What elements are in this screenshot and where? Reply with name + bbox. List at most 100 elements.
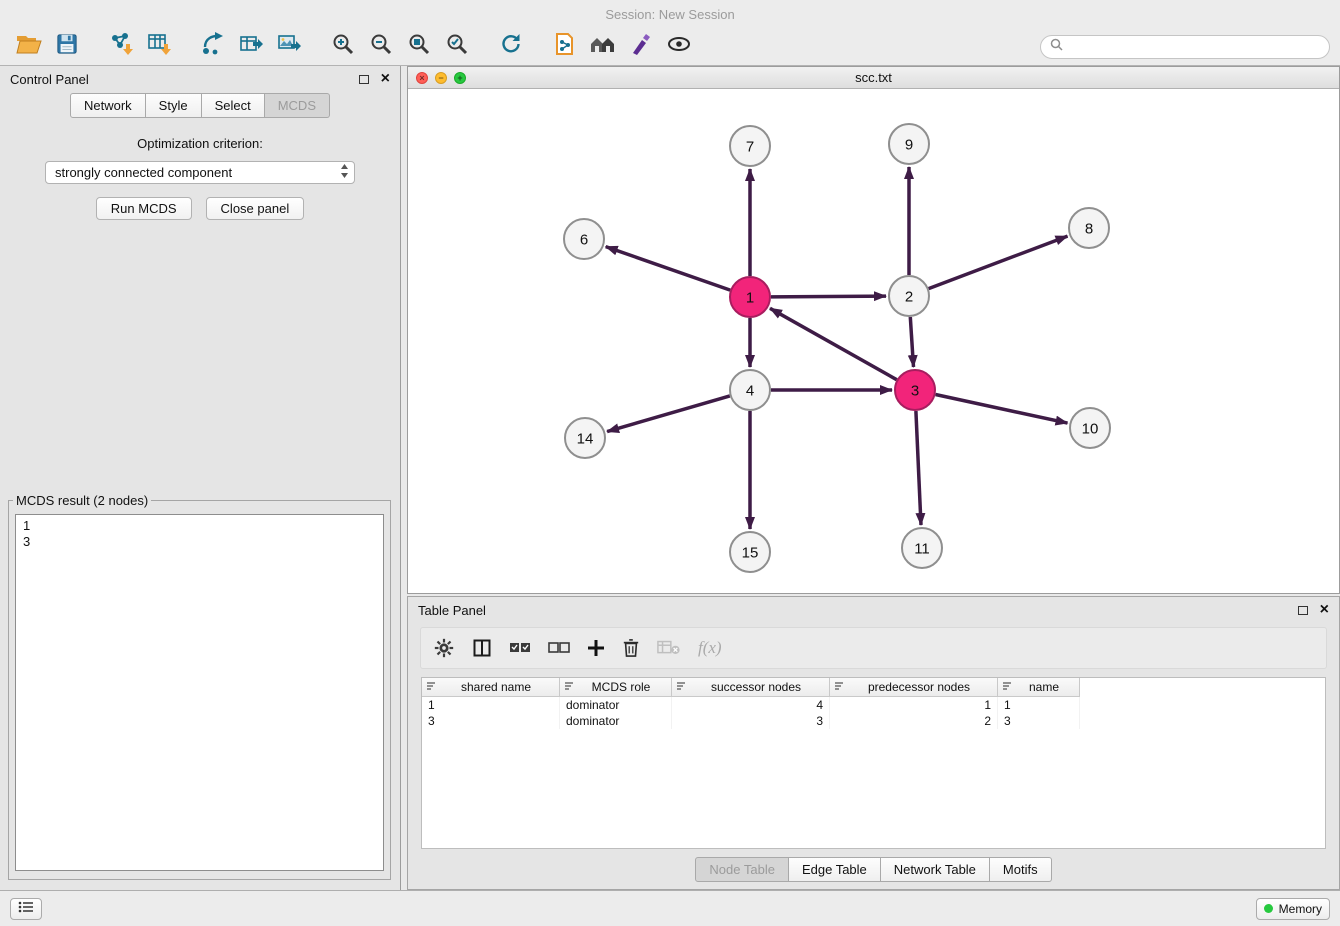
table-cell[interactable]: 3 [422, 713, 560, 729]
refresh-icon [499, 32, 523, 61]
column-header-predecessor-nodes[interactable]: predecessor nodes [830, 678, 998, 697]
delete-table-button[interactable] [657, 639, 681, 657]
svg-text:8: 8 [1085, 221, 1093, 238]
network-canvas-svg[interactable]: 7 9 6 8 1 2 4 3 14 10 15 11 [408, 89, 1339, 593]
close-panel-icon[interactable]: × [381, 71, 390, 87]
memory-button-label: Memory [1279, 902, 1322, 916]
select-all-rows-button[interactable] [509, 640, 531, 656]
graph-node-6[interactable]: 6 [564, 219, 604, 259]
graph-node-9[interactable]: 9 [889, 124, 929, 164]
table-cell[interactable]: 1 [422, 697, 560, 713]
column-header-shared-name[interactable]: shared name [422, 678, 560, 697]
close-panel-icon[interactable]: × [1320, 602, 1329, 618]
tab-network-table[interactable]: Network Table [881, 857, 990, 882]
table-cell[interactable]: 3 [998, 713, 1080, 729]
tab-network[interactable]: Network [70, 93, 146, 118]
graph-node-10[interactable]: 10 [1070, 408, 1110, 448]
mcds-result-list: 1 3 [15, 514, 384, 871]
network-canvas[interactable]: 7 9 6 8 1 2 4 3 14 10 15 11 [408, 89, 1339, 593]
show-log-button[interactable] [10, 898, 42, 920]
column-header-name[interactable]: name [998, 678, 1080, 697]
open-session-button[interactable] [10, 32, 48, 62]
table-row[interactable]: 1dominator411 [422, 697, 1325, 713]
search-input[interactable] [1069, 39, 1320, 54]
export-network-button[interactable] [194, 32, 232, 62]
graph-node-7[interactable]: 7 [730, 126, 770, 166]
paintbrush-icon [629, 32, 653, 61]
deselect-all-rows-button[interactable] [548, 640, 570, 656]
show-hide-button[interactable] [660, 32, 698, 62]
export-image-button[interactable] [270, 32, 308, 62]
table-cell[interactable]: 1 [830, 697, 998, 713]
import-network-button[interactable] [102, 32, 140, 62]
import-table-button[interactable] [140, 32, 178, 62]
graph-node-14[interactable]: 14 [565, 418, 605, 458]
graph-node-2[interactable]: 2 [889, 276, 929, 316]
graph-node-1[interactable]: 1 [730, 277, 770, 317]
graph-node-4[interactable]: 4 [730, 370, 770, 410]
column-header-mcds-role[interactable]: MCDS role [560, 678, 672, 697]
graph-edge-2-3[interactable] [910, 317, 913, 367]
sort-icon [564, 680, 575, 694]
graph-edge-4-14[interactable] [607, 396, 730, 432]
network-window-titlebar[interactable]: scc.txt × − + [408, 67, 1339, 89]
network-window-title: scc.txt [408, 70, 1339, 85]
float-window-icon[interactable] [1298, 606, 1308, 615]
table-cell[interactable]: dominator [560, 713, 672, 729]
table-cell[interactable]: 3 [672, 713, 830, 729]
zoom-selected-button[interactable] [438, 32, 476, 62]
save-icon [56, 33, 78, 60]
close-window-icon[interactable]: × [416, 72, 428, 84]
zoom-fit-icon [407, 32, 431, 61]
zoom-out-button[interactable] [362, 32, 400, 62]
column-header-successor-nodes[interactable]: successor nodes [672, 678, 830, 697]
tab-motifs[interactable]: Motifs [990, 857, 1052, 882]
show-columns-button[interactable] [472, 638, 492, 658]
graph-edge-1-6[interactable] [606, 247, 731, 291]
table-settings-button[interactable] [433, 637, 455, 659]
graph-node-15[interactable]: 15 [730, 532, 770, 572]
import-network-from-database-button[interactable] [546, 32, 584, 62]
table-cell[interactable]: 2 [830, 713, 998, 729]
graph-edge-2-8[interactable] [929, 236, 1068, 289]
refresh-layout-button[interactable] [492, 32, 530, 62]
save-session-button[interactable] [48, 32, 86, 62]
graph-edge-1-2[interactable] [771, 296, 886, 297]
tab-mcds[interactable]: MCDS [265, 93, 330, 118]
zoom-fit-button[interactable] [400, 32, 438, 62]
table-cell[interactable]: 1 [998, 697, 1080, 713]
apply-style-button[interactable] [622, 32, 660, 62]
export-table-button[interactable] [232, 32, 270, 62]
import-network-icon [109, 32, 133, 61]
graph-edge-3-1[interactable] [770, 308, 897, 379]
close-panel-button[interactable]: Close panel [206, 197, 305, 220]
tab-node-table[interactable]: Node Table [695, 857, 789, 882]
graph-node-8[interactable]: 8 [1069, 208, 1109, 248]
minimize-window-icon[interactable]: − [435, 72, 447, 84]
run-mcds-button[interactable]: Run MCDS [96, 197, 192, 220]
tab-style[interactable]: Style [146, 93, 202, 118]
memory-button[interactable]: Memory [1256, 898, 1330, 920]
maximize-window-icon[interactable]: + [454, 72, 466, 84]
criterion-select[interactable]: strongly connected component [45, 161, 355, 184]
table-panel-tabs: Node Table Edge Table Network Table Moti… [408, 857, 1339, 882]
table-cell[interactable]: dominator [560, 697, 672, 713]
graph-node-3[interactable]: 3 [895, 370, 935, 410]
svg-text:4: 4 [746, 383, 754, 400]
toolbar-search[interactable] [1040, 35, 1330, 59]
float-window-icon[interactable] [359, 75, 369, 84]
function-builder-button[interactable]: f(x) [698, 638, 722, 658]
table-cell[interactable]: 4 [672, 697, 830, 713]
network-overview-button[interactable] [584, 32, 622, 62]
sort-icon [1002, 680, 1013, 694]
add-column-button[interactable] [587, 639, 605, 657]
graph-edge-3-11[interactable] [916, 411, 921, 525]
tab-select[interactable]: Select [202, 93, 265, 118]
graph-edge-3-10[interactable] [936, 395, 1068, 424]
tab-edge-table[interactable]: Edge Table [789, 857, 881, 882]
graph-node-11[interactable]: 11 [902, 528, 942, 568]
zoom-in-button[interactable] [324, 32, 362, 62]
delete-column-button[interactable] [622, 638, 640, 658]
table-row[interactable]: 3dominator323 [422, 713, 1325, 729]
node-table: shared name MCDS role successor nodes pr… [421, 677, 1326, 849]
